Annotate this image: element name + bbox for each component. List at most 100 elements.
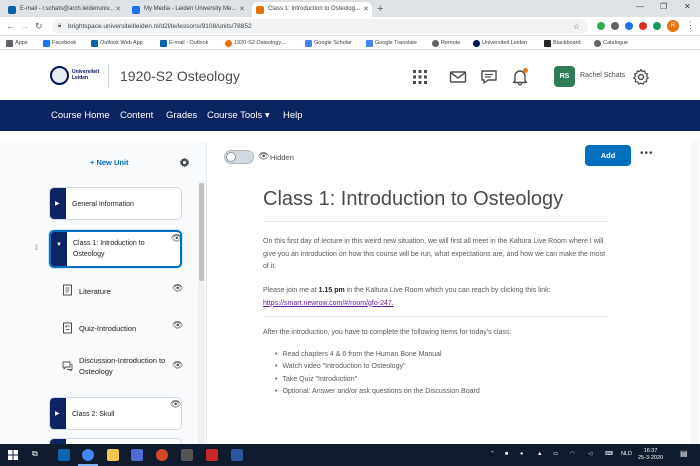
message-alerts-envelope-icon[interactable] xyxy=(449,68,467,86)
windows-start-icon[interactable] xyxy=(8,450,18,460)
document-icon xyxy=(63,284,72,296)
intro-paragraph: On this first day of lecture in this wei… xyxy=(263,238,606,270)
subscription-alerts-chat-icon[interactable] xyxy=(480,68,498,86)
bookmark-email-outlook[interactable]: E-mail - Outlook xyxy=(160,38,208,48)
list-item: Optional: Answer and/or ask questions on… xyxy=(275,386,479,398)
word-icon[interactable] xyxy=(231,449,243,461)
bookmark-catalogue[interactable]: Catalogue xyxy=(594,38,628,48)
bookmark-outlook-web-app[interactable]: Outlook Web App xyxy=(91,38,143,48)
browser-tab-class-1[interactable]: Class 1: Introduction to Osteolog... ✕ xyxy=(252,2,372,17)
bookmark-universiteit-leiden[interactable]: Universiteit Leiden xyxy=(473,38,527,48)
bookmark-osteology[interactable]: 1920-S2 Osteology,... xyxy=(225,38,287,48)
collapse-arrow-icon[interactable]: ▼ xyxy=(56,242,62,248)
close-window-icon[interactable]: ✕ xyxy=(684,2,691,11)
extension-icon[interactable] xyxy=(597,22,605,30)
title-divider xyxy=(263,221,608,222)
expand-arrow-icon[interactable]: ▶ xyxy=(55,200,60,207)
forward-icon[interactable]: → xyxy=(20,20,29,32)
network-icon[interactable]: ◠ xyxy=(570,451,575,457)
bookmark-label: Apps xyxy=(15,40,28,46)
unit-label: General Information xyxy=(72,201,134,208)
file-explorer-icon[interactable] xyxy=(107,449,119,461)
profile-avatar[interactable]: R xyxy=(667,20,679,32)
topic-discussion-introduction[interactable]: Discussion-Introduction to Osteology xyxy=(79,355,174,377)
close-icon[interactable]: ✕ xyxy=(115,2,121,17)
close-icon[interactable]: ✕ xyxy=(363,2,369,17)
volume-icon[interactable]: ◁ xyxy=(588,451,592,457)
url-field[interactable]: 🔒︎ brightspace.universiteitleiden.nl/d2l… xyxy=(52,19,588,34)
extension-icon[interactable] xyxy=(653,22,661,30)
expand-arrow-icon[interactable]: ▶ xyxy=(55,410,60,417)
nav-help[interactable]: Help xyxy=(283,110,303,121)
tray-icon[interactable]: ■ xyxy=(505,451,508,457)
browser-tab-email[interactable]: E-mail - r.schats@arch.leidenuniv... ✕ xyxy=(4,2,124,17)
unit-class-2[interactable]: ▶ Class 2: Skull 👁︎ xyxy=(49,397,182,430)
reload-icon[interactable]: ↻ xyxy=(35,20,43,32)
tray-icon[interactable]: ▲ xyxy=(537,451,542,457)
chrome-app-icon[interactable] xyxy=(82,449,94,461)
keyboard-icon[interactable]: ⌨ xyxy=(605,451,613,457)
system-clock[interactable]: 16:37 25-3-2020 xyxy=(638,448,663,462)
join-text-pre: Please join me at xyxy=(263,287,319,294)
extension-icon[interactable] xyxy=(625,22,633,30)
tray-icon[interactable]: ● xyxy=(520,451,523,457)
app-icon[interactable] xyxy=(131,449,143,461)
browser-tab-bar: E-mail - r.schats@arch.leidenuniv... ✕ M… xyxy=(0,0,700,17)
battery-icon[interactable]: ▭ xyxy=(553,451,558,457)
nav-grades[interactable]: Grades xyxy=(166,110,197,121)
mail-app-icon[interactable] xyxy=(58,449,70,461)
extension-icon[interactable] xyxy=(611,22,619,30)
tree-settings-gear-icon[interactable] xyxy=(179,157,190,168)
bookmark-facebook[interactable]: Facebook xyxy=(43,38,76,48)
new-unit-button[interactable]: + New Unit xyxy=(90,158,129,167)
acrobat-icon[interactable] xyxy=(206,449,218,461)
more-options-button[interactable]: ••• xyxy=(640,148,654,159)
brightspace-icon xyxy=(256,5,264,14)
page-scrollbar[interactable] xyxy=(690,141,698,444)
nav-content[interactable]: Content xyxy=(120,110,153,121)
lock-icon: 🔒︎ xyxy=(58,23,62,29)
clock-date: 25-3-2020 xyxy=(638,455,664,461)
browser-tab-my-media[interactable]: My Media - Leiden University Me... ✕ xyxy=(128,2,248,17)
powerpoint-icon[interactable] xyxy=(156,449,168,461)
drag-handle-icon[interactable]: ⁞⁞ xyxy=(35,245,38,252)
add-button[interactable]: Add xyxy=(585,145,631,166)
bookmark-google-translate[interactable]: Google Translate xyxy=(366,38,417,48)
maximize-icon[interactable]: ❐ xyxy=(660,2,667,11)
bookmark-star-icon[interactable]: ☆ xyxy=(573,19,580,34)
settings-gear-icon[interactable] xyxy=(632,68,650,86)
tree-scrollbar-thumb[interactable] xyxy=(199,183,204,281)
bookmark-apps[interactable]: Apps xyxy=(6,38,28,48)
university-logo-text: Universiteit Leiden xyxy=(72,69,100,81)
extension-icon[interactable] xyxy=(639,22,647,30)
minimize-icon[interactable]: — xyxy=(636,2,644,11)
university-seal-logo[interactable] xyxy=(50,66,69,85)
task-view-icon[interactable]: ⧉ xyxy=(32,449,38,459)
bookmark-label: 1920-S2 Osteology,... xyxy=(234,40,287,46)
nav-course-home[interactable]: Course Home xyxy=(51,110,110,121)
bookmark-blackboard[interactable]: Blackboard xyxy=(544,38,581,48)
user-avatar[interactable]: RS xyxy=(554,66,575,87)
bookmark-remote[interactable]: Remote xyxy=(432,38,460,48)
unit-general-information[interactable]: ▶ General Information xyxy=(49,187,182,220)
bookmark-label: Catalogue xyxy=(603,40,629,46)
nav-course-tools[interactable]: Course Tools ▾ xyxy=(207,110,270,121)
language-indicator[interactable]: NLD xyxy=(621,451,632,457)
close-icon[interactable]: ✕ xyxy=(239,2,245,17)
visibility-toggle[interactable] xyxy=(224,150,254,164)
topic-literature[interactable]: Literature xyxy=(79,286,111,297)
chevron-up-icon[interactable]: ⌃ xyxy=(490,451,495,457)
app-icon[interactable] xyxy=(181,449,193,461)
bookmark-google-scholar[interactable]: Google Scholar xyxy=(305,38,352,48)
course-title[interactable]: 1920-S2 Osteology xyxy=(120,68,240,84)
notifications-icon[interactable]: ▤ xyxy=(680,449,688,458)
user-name[interactable]: Rachel Schats xyxy=(580,72,625,79)
back-icon[interactable]: ← xyxy=(6,20,15,32)
browser-menu-icon[interactable]: ⋮ xyxy=(686,19,695,31)
unit-class-1[interactable]: ▼ Class 1: Introduction to Osteology 👁︎ xyxy=(49,230,182,268)
kaltura-room-link[interactable]: https://smart.newrow.com/#/room/gfo-247. xyxy=(263,300,394,307)
new-tab-button[interactable]: + xyxy=(377,2,383,16)
apps-grid-icon xyxy=(6,40,13,47)
course-selector-grid-icon[interactable] xyxy=(411,68,429,86)
topic-quiz-introduction[interactable]: Quiz-Introduction xyxy=(79,323,136,334)
